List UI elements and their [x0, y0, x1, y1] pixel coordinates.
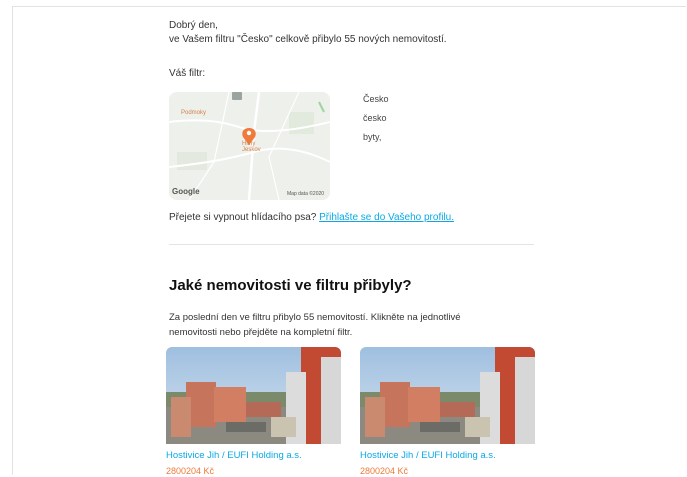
greeting-block: Dobrý den, ve Vašem filtru "Česko" celko… [169, 19, 447, 47]
map-center-label: Hliny Jeskov [242, 141, 261, 153]
summary-text: ve Vašem filtru "Česko" celkově přibylo … [169, 34, 447, 45]
criteria-type: byty, [363, 132, 382, 142]
greeting: Dobrý den, [169, 20, 218, 31]
listing-title[interactable]: Hostivice Jih / EUFI Holding a.s. [360, 450, 535, 462]
filter-criteria: Česko česko byty, [363, 92, 389, 149]
filter-map[interactable]: Podmoky Hliny Jeskov Google Map data ©20… [169, 92, 330, 200]
profile-login-link[interactable]: Přihlašte se do Vašeho profilu. [319, 212, 454, 223]
listing-photo[interactable] [166, 347, 341, 444]
map-copyright: Map data ©2020 [287, 191, 325, 197]
watchdog-text: Přejete si vypnout hlídacího psa? [169, 212, 317, 223]
section-heading: Jaké nemovitosti ve filtru přibyly? [169, 277, 412, 294]
email-frame [12, 6, 686, 475]
listing-card[interactable]: Hostivice Jih / EUFI Holding a.s. 280020… [166, 347, 341, 477]
filter-label: Váš filtr: [169, 68, 206, 79]
watchdog-line: Přejete si vypnout hlídacího psa? Přihla… [169, 211, 454, 225]
map-place-label: Podmoky [181, 110, 207, 116]
listing-card[interactable]: Hostivice Jih / EUFI Holding a.s. 280020… [360, 347, 535, 477]
google-logo: Google [172, 187, 200, 196]
section-intro: Za poslední den ve filtru přibylo 55 nem… [169, 312, 461, 338]
listing-title[interactable]: Hostivice Jih / EUFI Holding a.s. [166, 450, 341, 462]
criteria-location: Česko [363, 94, 389, 104]
listing-photo[interactable] [360, 347, 535, 444]
section-divider [169, 244, 534, 245]
listing-price: 2800204 Kč [166, 466, 215, 476]
criteria-country: česko [363, 113, 387, 123]
listing-price: 2800204 Kč [360, 466, 409, 476]
